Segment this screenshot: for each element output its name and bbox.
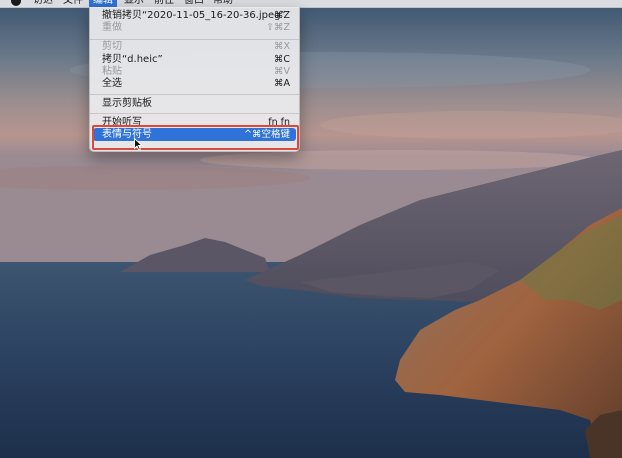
menubar-finder[interactable]: 访达 (33, 0, 53, 7)
menu-item-show-clipboard[interactable]: 显示剪贴板 (90, 97, 299, 110)
menu-item-shortcut: ⌘X (273, 41, 290, 52)
menubar-window[interactable]: 窗口 (184, 0, 204, 7)
menu-item-label: 全选 (102, 78, 122, 89)
menu-item-shortcut: ⇧⌘Z (266, 22, 290, 33)
menubar-edit[interactable]: 编辑 (89, 0, 117, 7)
apple-icon[interactable] (11, 0, 21, 6)
menubar-file[interactable]: 文件 (63, 0, 83, 7)
menubar-view[interactable]: 显示 (124, 0, 144, 7)
menu-item-label: 剪切 (102, 41, 122, 52)
menubar-go[interactable]: 前往 (154, 0, 174, 7)
menu-separator (90, 113, 299, 114)
menubar-help[interactable]: 帮助 (213, 0, 233, 7)
menu-item-label: 重做 (102, 22, 122, 33)
menu-item-select-all[interactable]: 全选 ⌘A (90, 77, 299, 90)
menu-item-shortcut: ⌘A (274, 78, 290, 89)
annotation-highlight-box (92, 125, 299, 150)
mouse-pointer-icon (134, 138, 143, 151)
menu-separator (90, 94, 299, 95)
menu-item-label: 显示剪贴板 (102, 98, 152, 109)
menu-item-cut[interactable]: 剪切 ⌘X (90, 40, 299, 53)
menu-item-redo[interactable]: 重做 ⇧⌘Z (90, 21, 299, 34)
